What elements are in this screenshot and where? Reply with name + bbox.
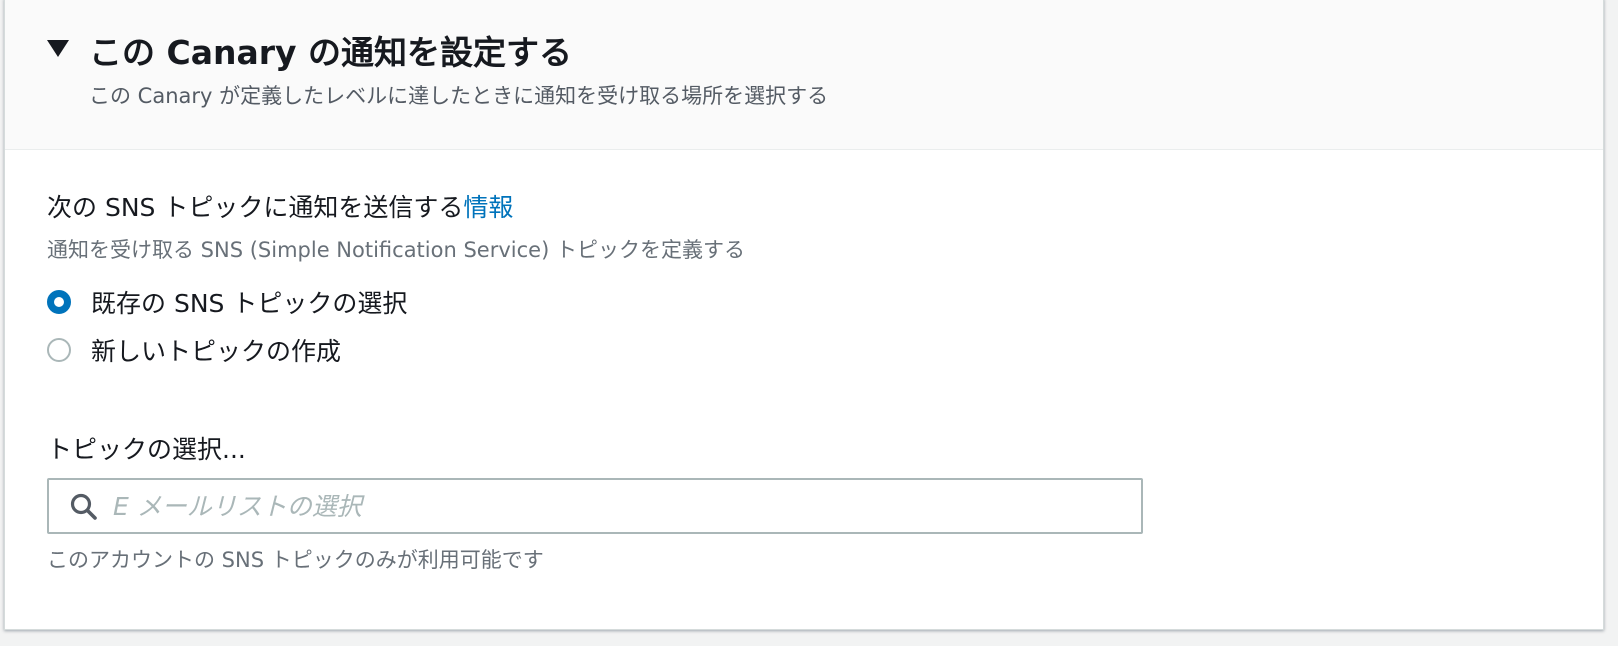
radio-existing-topic[interactable]: 既存の SNS トピックの選択 (47, 284, 407, 320)
search-icon (70, 493, 97, 520)
topic-search-box[interactable] (47, 478, 1143, 534)
radio-label-new-topic: 新しいトピックの作成 (91, 337, 342, 366)
panel-header: この Canary の通知を設定する この Canary が定義したレベルに達し… (5, 0, 1603, 150)
topic-search-input[interactable] (113, 480, 1123, 532)
notification-settings-panel: この Canary の通知を設定する この Canary が定義したレベルに達し… (4, 0, 1604, 630)
radio-button-unchecked[interactable] (47, 338, 71, 362)
sns-section-label-text: 次の SNS トピックに通知を送信する (47, 193, 464, 222)
topic-select-label: トピックの選択... (47, 435, 246, 464)
radio-button-checked[interactable] (47, 290, 71, 314)
sns-section-label: 次の SNS トピックに通知を送信する情報 (47, 188, 513, 224)
radio-new-topic[interactable]: 新しいトピックの作成 (47, 332, 341, 368)
info-link[interactable]: 情報 (463, 193, 513, 222)
panel-title[interactable]: この Canary の通知を設定する (89, 26, 572, 74)
topic-select-hint: このアカウントの SNS トピックのみが利用可能です (47, 548, 544, 572)
collapse-caret-icon[interactable] (47, 40, 69, 57)
sns-section-description: 通知を受け取る SNS (Simple Notification Service… (47, 238, 745, 262)
panel-description: この Canary が定義したレベルに達したときに通知を受け取る場所を選択する (89, 84, 829, 108)
radio-label-existing-topic: 既存の SNS トピックの選択 (91, 289, 408, 318)
